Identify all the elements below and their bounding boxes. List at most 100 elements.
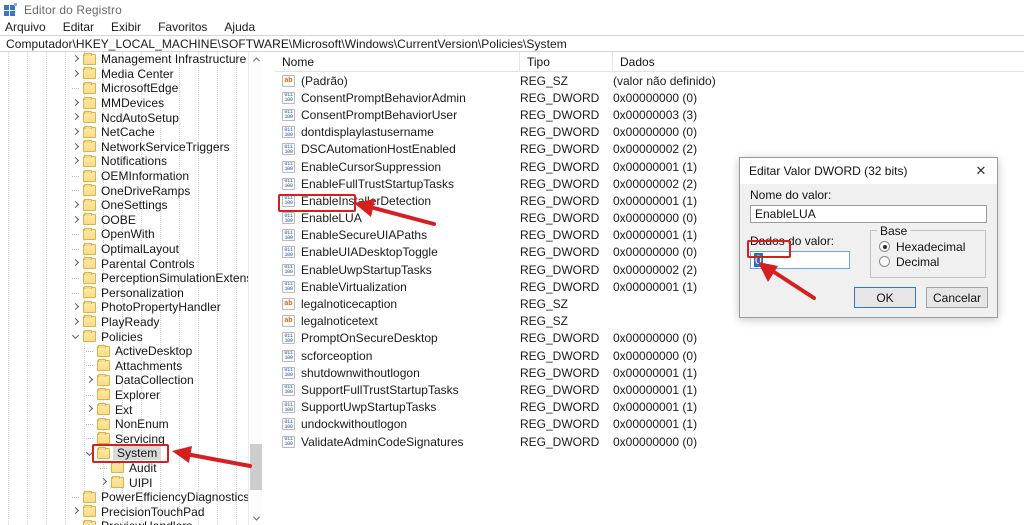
folder-icon [83,198,96,211]
chevron-right-icon[interactable] [70,315,83,330]
tree-node-servicing[interactable]: Servicing [0,431,262,446]
column-header-nome[interactable]: Nome [275,52,520,72]
tree-node-playready[interactable]: PlayReady [0,315,262,330]
tree-scrollbar-thumb[interactable] [250,444,262,490]
tree-node-networkservicetriggers[interactable]: NetworkServiceTriggers [0,140,262,155]
chevron-right-icon[interactable] [70,96,83,111]
folder-icon [111,461,124,474]
chevron-down-icon[interactable] [84,446,97,461]
table-row[interactable]: 011 100 ConsentPromptBehaviorUser REG_DWORD… [275,106,1024,123]
tree-node-perceptionsimulationextensions[interactable]: PerceptionSimulationExtensions [0,271,262,286]
tree-node-management-infrastructure[interactable]: Management Infrastructure [0,52,262,67]
menu-favoritos[interactable]: Favoritos [158,20,216,34]
pane-splitter[interactable] [262,52,275,525]
tree-node-datacollection[interactable]: DataCollection [0,373,262,388]
menu-ajuda[interactable]: Ajuda [224,20,264,34]
radio-hexadecimal[interactable]: Hexadecimal [879,239,985,254]
tree-node-system[interactable]: System [0,446,262,461]
tree-node-attachments[interactable]: Attachments [0,358,262,373]
close-icon[interactable]: ✕ [965,158,997,184]
tree-node-onesettings[interactable]: OneSettings [0,198,262,213]
chevron-right-icon[interactable] [70,198,83,213]
tree-node-oeminformation[interactable]: OEMInformation [0,169,262,184]
title-bar: Editor do Registro [0,0,1024,19]
value-type: REG_SZ [520,73,569,88]
tree-node-activedesktop[interactable]: ActiveDesktop [0,344,262,359]
value-type: REG_DWORD [520,245,600,260]
chevron-right-icon[interactable] [98,475,111,490]
tree-node-notifications[interactable]: Notifications [0,154,262,169]
registry-tree-pane[interactable]: Management Infrastructure Media Center Mic… [0,52,262,525]
chevron-right-icon[interactable] [84,373,97,388]
string-value-icon: ab [282,74,295,87]
table-row[interactable]: 011 100 dontdisplaylastusername REG_DWORD 0x… [275,124,1024,141]
chevron-right-icon[interactable] [70,300,83,315]
table-row[interactable]: 011 100 ConsentPromptBehaviorAdmin REG_DWOR… [275,89,1024,106]
table-row[interactable]: 011 100 SupportFullTrustStartupTasks REG_DW… [275,381,1024,398]
table-row[interactable]: 011 100 undockwithoutlogon REG_DWORD 0x00000… [275,416,1024,433]
chevron-right-icon[interactable] [70,256,83,271]
tree-node-photopropertyhandler[interactable]: PhotoPropertyHandler [0,300,262,315]
chevron-right-icon[interactable] [84,402,97,417]
tree-node-nonenum[interactable]: NonEnum [0,417,262,432]
tree-node-media-center[interactable]: Media Center [0,67,262,82]
chevron-right-icon[interactable] [70,52,83,67]
tree-scroll-down-button[interactable] [249,511,262,525]
base-fieldset: Base Hexadecimal Decimal [870,224,986,278]
tree-node-uipi[interactable]: UIPI [0,475,262,490]
table-row[interactable]: ab (Padrão) REG_SZ (valor não definido) [275,72,1024,89]
column-header-tipo[interactable]: Tipo [520,52,613,72]
table-row[interactable]: 011 100 shutdownwithoutlogon REG_DWORD 0x000… [275,364,1024,381]
address-bar[interactable]: Computador\HKEY_LOCAL_MACHINE\SOFTWARE\M… [0,35,1024,52]
column-header-dados[interactable]: Dados [613,52,1024,72]
tree-node-optimallayout[interactable]: OptimalLayout [0,242,262,257]
tree-scrollbar[interactable] [248,52,262,525]
chevron-right-icon[interactable] [70,154,83,169]
tree-node-previewhandlers[interactable]: PreviewHandlers [0,519,262,525]
table-row[interactable]: 011 100 ValidateAdminCodeSignatures REG_DWO… [275,433,1024,450]
menu-exibir[interactable]: Exibir [111,20,150,34]
table-row[interactable]: 011 100 PromptOnSecureDesktop REG_DWORD 0x00… [275,330,1024,347]
tree-scroll-up-button[interactable] [249,52,262,66]
ok-button[interactable]: OK [854,287,916,308]
tree-node-mmdevices[interactable]: MMDevices [0,96,262,111]
value-data-label: Dados do valor: [750,234,835,248]
chevron-right-icon[interactable] [70,125,83,140]
cancel-button[interactable]: Cancelar [926,287,988,308]
table-row[interactable]: 011 100 DSCAutomationHostEnabled REG_DWORD 0… [275,141,1024,158]
tree-node-precisiontouchpad[interactable]: PrecisionTouchPad [0,504,262,519]
chevron-right-icon[interactable] [70,110,83,125]
tree-node-explorer[interactable]: Explorer [0,388,262,403]
table-row[interactable]: 011 100 scforceoption REG_DWORD 0x00000000 (… [275,347,1024,364]
chevron-right-icon[interactable] [70,67,83,82]
tree-node-oobe[interactable]: OOBE [0,213,262,228]
dword-value-icon: 011 100 [282,332,295,345]
chevron-down-icon[interactable] [70,329,83,344]
value-name: ValidateAdminCodeSignatures [301,434,464,449]
value-data-input[interactable]: 0 [750,251,850,269]
radio-decimal[interactable]: Decimal [879,254,985,269]
tree-line-stub [84,358,97,373]
value-name-input[interactable]: EnableLUA [750,205,987,223]
tree-node-policies[interactable]: Policies [0,329,262,344]
value-data: 0x00000001 (1) [613,228,698,243]
tree-node-netcache[interactable]: NetCache [0,125,262,140]
dialog-title: Editar Valor DWORD (32 bits) [749,164,908,178]
tree-node-parental-controls[interactable]: Parental Controls [0,256,262,271]
tree-node-ncdautosetup[interactable]: NcdAutoSetup [0,110,262,125]
tree-node-microsoftedge[interactable]: MicrosoftEdge [0,81,262,96]
chevron-right-icon[interactable] [70,213,83,228]
tree-node-audit[interactable]: Audit [0,461,262,476]
tree-node-powerefficiencydiagnostics[interactable]: PowerEfficiencyDiagnostics [0,490,262,505]
tree-node-personalization[interactable]: Personalization [0,286,262,301]
dword-value-icon: 011 100 [282,366,295,379]
menu-arquivo[interactable]: Arquivo [5,20,55,34]
value-type: REG_DWORD [520,90,600,105]
tree-node-openwith[interactable]: OpenWith [0,227,262,242]
chevron-right-icon[interactable] [70,140,83,155]
chevron-right-icon[interactable] [70,504,83,519]
table-row[interactable]: 011 100 SupportUwpStartupTasks REG_DWORD 0x0… [275,399,1024,416]
tree-node-ext[interactable]: Ext [0,402,262,417]
menu-editar[interactable]: Editar [63,20,103,34]
tree-node-onedriveramps[interactable]: OneDriveRamps [0,183,262,198]
